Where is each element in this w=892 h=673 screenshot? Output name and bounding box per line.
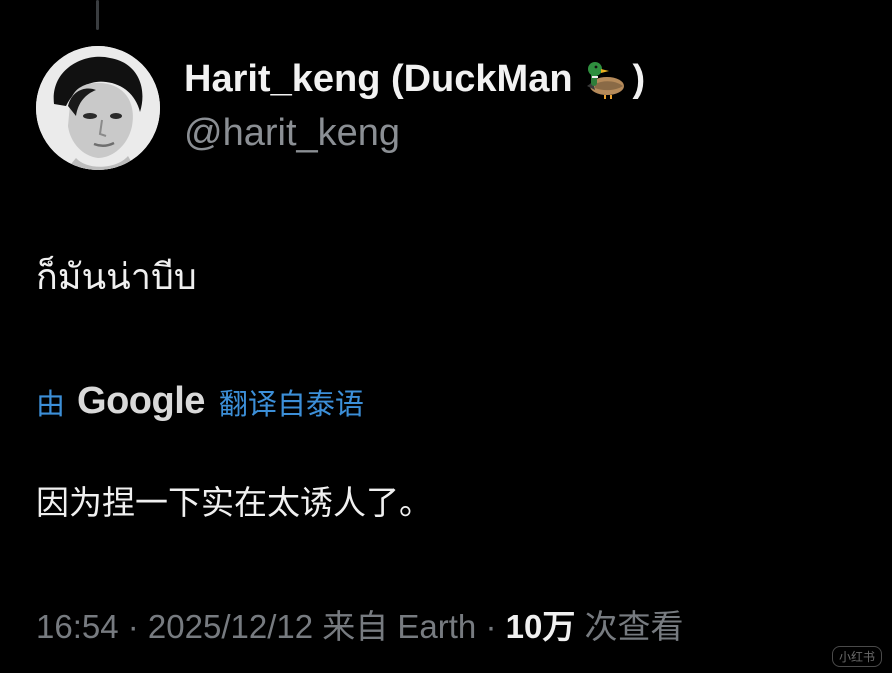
translated-text: 因为捏一下实在太诱人了。 — [36, 483, 432, 522]
watermark-logo: 小红书 — [831, 646, 882, 667]
display-name-text: Harit_keng (DuckMan — [184, 58, 573, 100]
translation-source-language: 翻译自泰语 — [218, 386, 364, 421]
google-logo: Google — [77, 380, 205, 422]
views-label: 次查看 — [584, 608, 684, 645]
tweet-text: ก็มันน่าบีบ — [36, 257, 197, 298]
user-handle[interactable]: @harit_keng — [184, 112, 400, 155]
avatar[interactable] — [36, 46, 160, 170]
timestamp[interactable]: 16:54 · 2025/12/12 来自 Earth · — [36, 608, 496, 645]
views-count: 10万 — [505, 608, 576, 645]
thread-connector-line — [96, 0, 99, 30]
duck-icon — [581, 60, 627, 100]
display-name-end: ) — [632, 58, 646, 100]
translation-prefix: 由 — [36, 386, 66, 421]
avatar-portrait-icon — [36, 46, 160, 170]
tweet-metadata: 16:54 · 2025/12/12 来自 Earth · 10万 次查看 — [36, 600, 684, 648]
translation-attribution[interactable]: 由 Google 翻译自泰语 — [36, 380, 364, 423]
display-name[interactable]: Harit_keng (DuckMan ) — [184, 58, 645, 101]
